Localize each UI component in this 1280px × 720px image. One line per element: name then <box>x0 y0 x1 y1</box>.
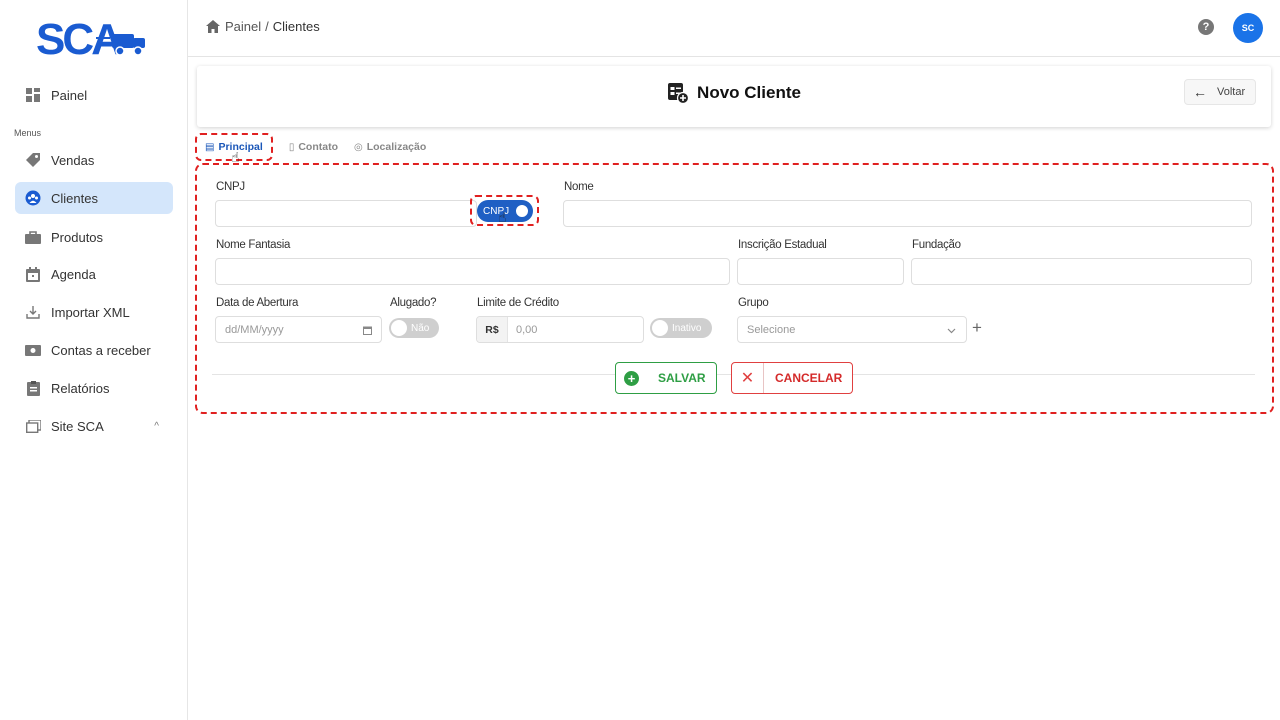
cancel-button[interactable]: ✕ CANCELAR <box>731 362 853 394</box>
data-abertura-input[interactable]: dd/MM/yyyy <box>215 316 382 343</box>
limite-credito-label: Limite de Crédito <box>477 297 559 309</box>
sidebar-section-label: Menus <box>14 128 42 138</box>
arrow-left-icon: ← <box>1193 84 1207 100</box>
tab-localizacao[interactable]: ◎ Localização <box>354 141 426 153</box>
inscricao-estadual-input[interactable] <box>737 258 904 285</box>
breadcrumb-current: Clientes <box>272 19 320 34</box>
nome-input[interactable] <box>563 200 1252 227</box>
breadcrumb-separator: / <box>265 19 269 34</box>
toggle-knob <box>514 203 530 219</box>
plus-circle-icon: + <box>624 370 639 386</box>
toggle-label: Inativo <box>672 322 702 334</box>
save-label: SALVAR <box>658 371 706 385</box>
limite-placeholder: 0,00 <box>516 323 538 336</box>
sidebar-item-clientes[interactable]: Clientes <box>15 182 173 214</box>
chevron-down-icon <box>947 328 956 334</box>
sidebar-item-vendas[interactable]: Vendas <box>15 144 173 176</box>
toggle-knob <box>391 320 407 336</box>
nome-fantasia-label: Nome Fantasia <box>216 239 291 251</box>
back-button-label: Voltar <box>1217 86 1246 98</box>
tag-icon <box>25 152 41 168</box>
back-button[interactable]: ← Voltar <box>1184 79 1256 105</box>
cnpj-label: CNPJ <box>216 181 245 193</box>
alugado-toggle[interactable]: Não <box>389 318 439 338</box>
cnpj-input[interactable] <box>215 200 477 227</box>
currency-prefix: R$ <box>477 317 508 342</box>
fundacao-label: Fundação <box>912 239 961 251</box>
grupo-label: Grupo <box>738 297 769 309</box>
toggle-knob <box>652 320 668 336</box>
date-placeholder: dd/MM/yyyy <box>225 323 284 336</box>
fundacao-input[interactable] <box>911 258 1252 285</box>
grupo-select[interactable]: Selecione <box>737 316 967 343</box>
sidebar-item-importar-xml[interactable]: Importar XML <box>15 296 173 328</box>
sidebar-item-label: Contas a receber <box>51 342 151 358</box>
download-icon <box>25 304 41 320</box>
sidebar-item-label: Clientes <box>51 190 98 206</box>
sidebar-item-label: Vendas <box>51 152 95 168</box>
add-grupo-button[interactable]: + <box>972 318 982 338</box>
location-pin-icon: ◎ <box>354 141 363 153</box>
page-title-wrap: Novo Cliente <box>197 82 1271 104</box>
sidebar-item-relatorios[interactable]: Relatórios <box>15 372 173 404</box>
calendar-icon[interactable] <box>363 326 372 335</box>
cancel-label: CANCELAR <box>775 371 843 385</box>
page-title: Novo Cliente <box>697 83 801 102</box>
page-header: Novo Cliente ← Voltar <box>197 66 1271 127</box>
chevron-up-icon[interactable]: ^ <box>154 421 159 432</box>
clients-icon <box>25 190 41 206</box>
sidebar-item-site-sca[interactable]: Site SCA ^ <box>15 410 173 442</box>
avatar[interactable]: SC <box>1233 13 1263 43</box>
sidebar-item-label: Site SCA <box>51 418 104 434</box>
sidebar-item-contas-a-receber[interactable]: Contas a receber <box>15 334 173 366</box>
nome-label: Nome <box>564 181 594 193</box>
sidebar-item-agenda[interactable]: Agenda <box>15 258 173 290</box>
limite-credito-input[interactable]: R$ 0,00 <box>476 316 644 343</box>
new-client-icon <box>668 83 690 104</box>
limite-ativo-toggle[interactable]: Inativo <box>650 318 712 338</box>
pointer-cursor-icon: ☝ <box>498 209 507 225</box>
document-icon: ▤ <box>205 141 215 153</box>
sca-logo[interactable]: SCA <box>36 14 148 62</box>
nome-fantasia-input[interactable] <box>215 258 730 285</box>
inscricao-estadual-label: Inscrição Estadual <box>738 239 827 251</box>
grupo-placeholder: Selecione <box>747 323 796 336</box>
breadcrumb: Painel / Clientes <box>206 19 320 34</box>
calendar-icon <box>25 266 41 282</box>
alugado-label: Alugado? <box>390 297 437 309</box>
contact-card-icon: ▯ <box>288 141 295 153</box>
sidebar-item-label: Produtos <box>51 229 104 245</box>
breadcrumb-home[interactable]: Painel <box>225 19 261 34</box>
sidebar: SCA Painel Menus Vendas Clientes Produto… <box>0 0 188 720</box>
window-icon <box>25 418 41 434</box>
sidebar-item-painel[interactable]: Painel <box>15 79 173 111</box>
data-abertura-label: Data de Abertura <box>216 297 299 309</box>
tab-label: Contato <box>298 141 338 153</box>
save-button[interactable]: + SALVAR <box>615 362 717 394</box>
toggle-label: Não <box>411 322 430 334</box>
tab-label: Principal <box>218 141 263 153</box>
close-icon: ✕ <box>732 363 764 393</box>
sidebar-item-label: Relatórios <box>51 380 110 396</box>
sidebar-item-label: Agenda <box>51 266 96 282</box>
dashboard-icon <box>25 87 41 103</box>
money-icon <box>25 342 41 358</box>
tab-label: Localização <box>366 141 427 153</box>
tab-contato[interactable]: ▯ Contato <box>289 141 338 153</box>
sidebar-item-label: Painel <box>51 87 88 103</box>
sidebar-item-produtos[interactable]: Produtos <box>15 221 173 253</box>
clipboard-icon <box>25 380 41 396</box>
home-icon[interactable] <box>206 20 220 33</box>
sidebar-item-label: Importar XML <box>51 304 130 320</box>
topbar: Painel / Clientes ? SC <box>188 0 1280 57</box>
help-icon[interactable]: ? <box>1198 19 1214 35</box>
bag-icon <box>25 229 41 245</box>
